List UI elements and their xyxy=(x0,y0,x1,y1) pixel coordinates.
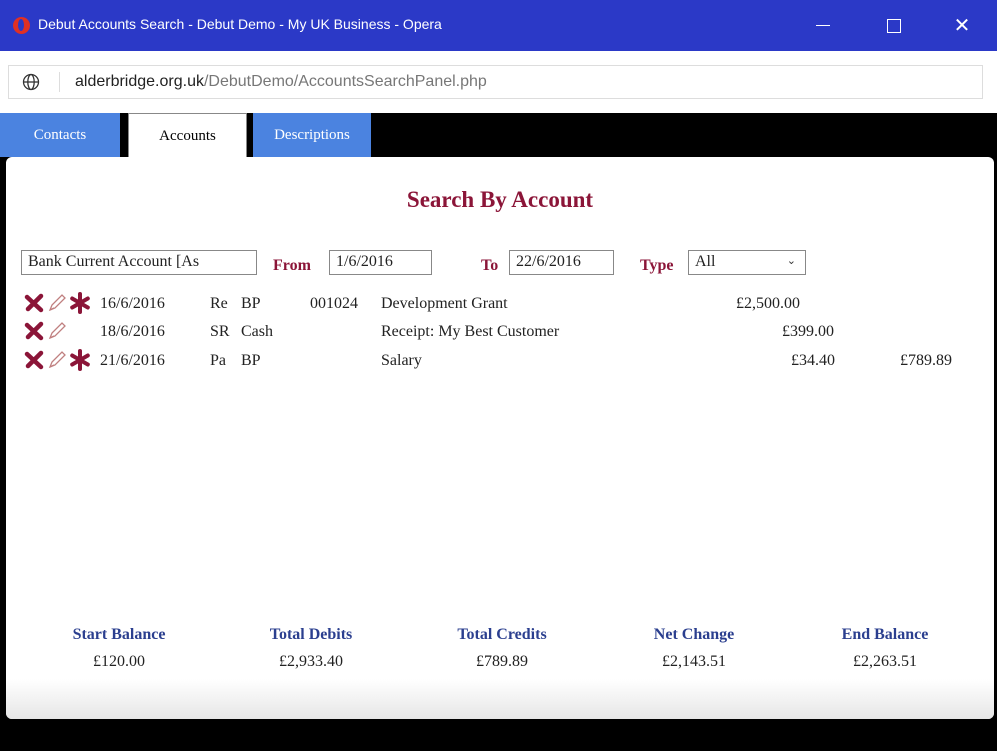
tab-contacts[interactable]: Contacts xyxy=(0,113,120,157)
panel-footer xyxy=(6,679,994,719)
table-row: 18/6/2016 SR Cash Receipt: My Best Custo… xyxy=(6,318,994,346)
total-credits: Total Credits £789.89 xyxy=(422,626,582,671)
row-ref: BP xyxy=(241,352,261,369)
net-change-value: £2,143.51 xyxy=(662,653,726,670)
delete-x-icon[interactable] xyxy=(23,292,45,314)
row-ref: Cash xyxy=(241,323,273,340)
to-label: To xyxy=(481,257,499,274)
tab-descriptions[interactable]: Descriptions xyxy=(253,113,371,157)
tab-accounts[interactable]: Accounts xyxy=(128,113,247,159)
start-balance-label: Start Balance xyxy=(72,626,166,643)
end-balance-value: £2,263.51 xyxy=(853,653,917,670)
row-date: 18/6/2016 xyxy=(100,323,165,340)
end-balance: End Balance £2,263.51 xyxy=(805,626,965,671)
address-separator xyxy=(59,72,60,92)
row-type: Re xyxy=(210,295,228,312)
type-select[interactable]: All ⌄ xyxy=(688,250,806,275)
asterisk-icon[interactable] xyxy=(69,349,91,371)
row-description: Receipt: My Best Customer xyxy=(381,323,560,340)
row-debit: £2,500.00 xyxy=(736,295,800,312)
table-row: 21/6/2016 Pa BP Salary £34.40 £789.89 xyxy=(6,347,994,375)
row-debit: £34.40 xyxy=(791,352,835,369)
start-balance: Start Balance £120.00 xyxy=(39,626,199,671)
minimize-button[interactable] xyxy=(800,0,846,51)
row-type: Pa xyxy=(210,352,226,369)
close-icon: ✕ xyxy=(953,15,971,37)
delete-x-icon[interactable] xyxy=(23,320,45,342)
row-date: 21/6/2016 xyxy=(100,352,165,369)
row-description: Development Grant xyxy=(381,295,508,312)
from-label: From xyxy=(273,257,311,274)
close-button[interactable]: ✕ xyxy=(939,0,985,51)
globe-icon xyxy=(22,73,40,91)
tab-strip: Contacts Accounts Descriptions xyxy=(0,113,997,159)
row-credit: £789.89 xyxy=(900,352,952,369)
chevron-down-icon: ⌄ xyxy=(786,254,796,267)
page-title: Search By Account xyxy=(406,187,594,212)
account-select[interactable]: Bank Current Account [As xyxy=(21,250,257,275)
asterisk-icon[interactable] xyxy=(69,292,91,314)
row-date: 16/6/2016 xyxy=(100,295,165,312)
net-change: Net Change £2,143.51 xyxy=(614,626,774,671)
window-titlebar: Debut Accounts Search - Debut Demo - My … xyxy=(0,0,997,51)
total-debits-label: Total Debits xyxy=(269,626,353,643)
maximize-icon xyxy=(887,18,901,33)
url-host: alderbridge.org.uk xyxy=(75,73,204,90)
opera-logo-icon xyxy=(13,17,30,34)
total-debits-value: £2,933.40 xyxy=(279,653,343,670)
maximize-button[interactable] xyxy=(871,0,917,51)
accounts-search-panel: Search By Account Bank Current Account [… xyxy=(6,157,994,719)
from-date-input[interactable]: 1/6/2016 xyxy=(329,250,432,275)
delete-x-icon[interactable] xyxy=(23,349,45,371)
row-type: SR xyxy=(210,323,230,340)
pencil-edit-icon[interactable] xyxy=(46,292,68,314)
url-text[interactable]: alderbridge.org.uk/DebutDemo/AccountsSea… xyxy=(75,73,487,91)
row-description: Salary xyxy=(381,352,422,369)
row-number: 001024 xyxy=(310,295,358,312)
total-credits-label: Total Credits xyxy=(457,626,547,643)
total-credits-value: £789.89 xyxy=(476,653,528,670)
type-select-value: All xyxy=(695,253,716,270)
pencil-edit-icon[interactable] xyxy=(46,320,68,342)
url-path: /DebutDemo/AccountsSearchPanel.php xyxy=(203,73,487,90)
total-debits: Total Debits £2,933.40 xyxy=(231,626,391,671)
window-title: Debut Accounts Search - Debut Demo - My … xyxy=(38,16,442,32)
address-bar-area: alderbridge.org.uk/DebutDemo/AccountsSea… xyxy=(0,51,997,113)
pencil-edit-icon[interactable] xyxy=(46,349,68,371)
table-row: 16/6/2016 Re BP 001024 Development Grant… xyxy=(6,290,994,318)
row-ref: BP xyxy=(241,295,261,312)
row-debit: £399.00 xyxy=(782,323,834,340)
address-bar[interactable]: alderbridge.org.uk/DebutDemo/AccountsSea… xyxy=(8,65,983,99)
to-date-input[interactable]: 22/6/2016 xyxy=(509,250,614,275)
end-balance-label: End Balance xyxy=(841,626,929,643)
net-change-label: Net Change xyxy=(653,626,735,643)
minimize-icon xyxy=(816,25,830,26)
start-balance-value: £120.00 xyxy=(93,653,145,670)
type-label: Type xyxy=(640,257,674,274)
